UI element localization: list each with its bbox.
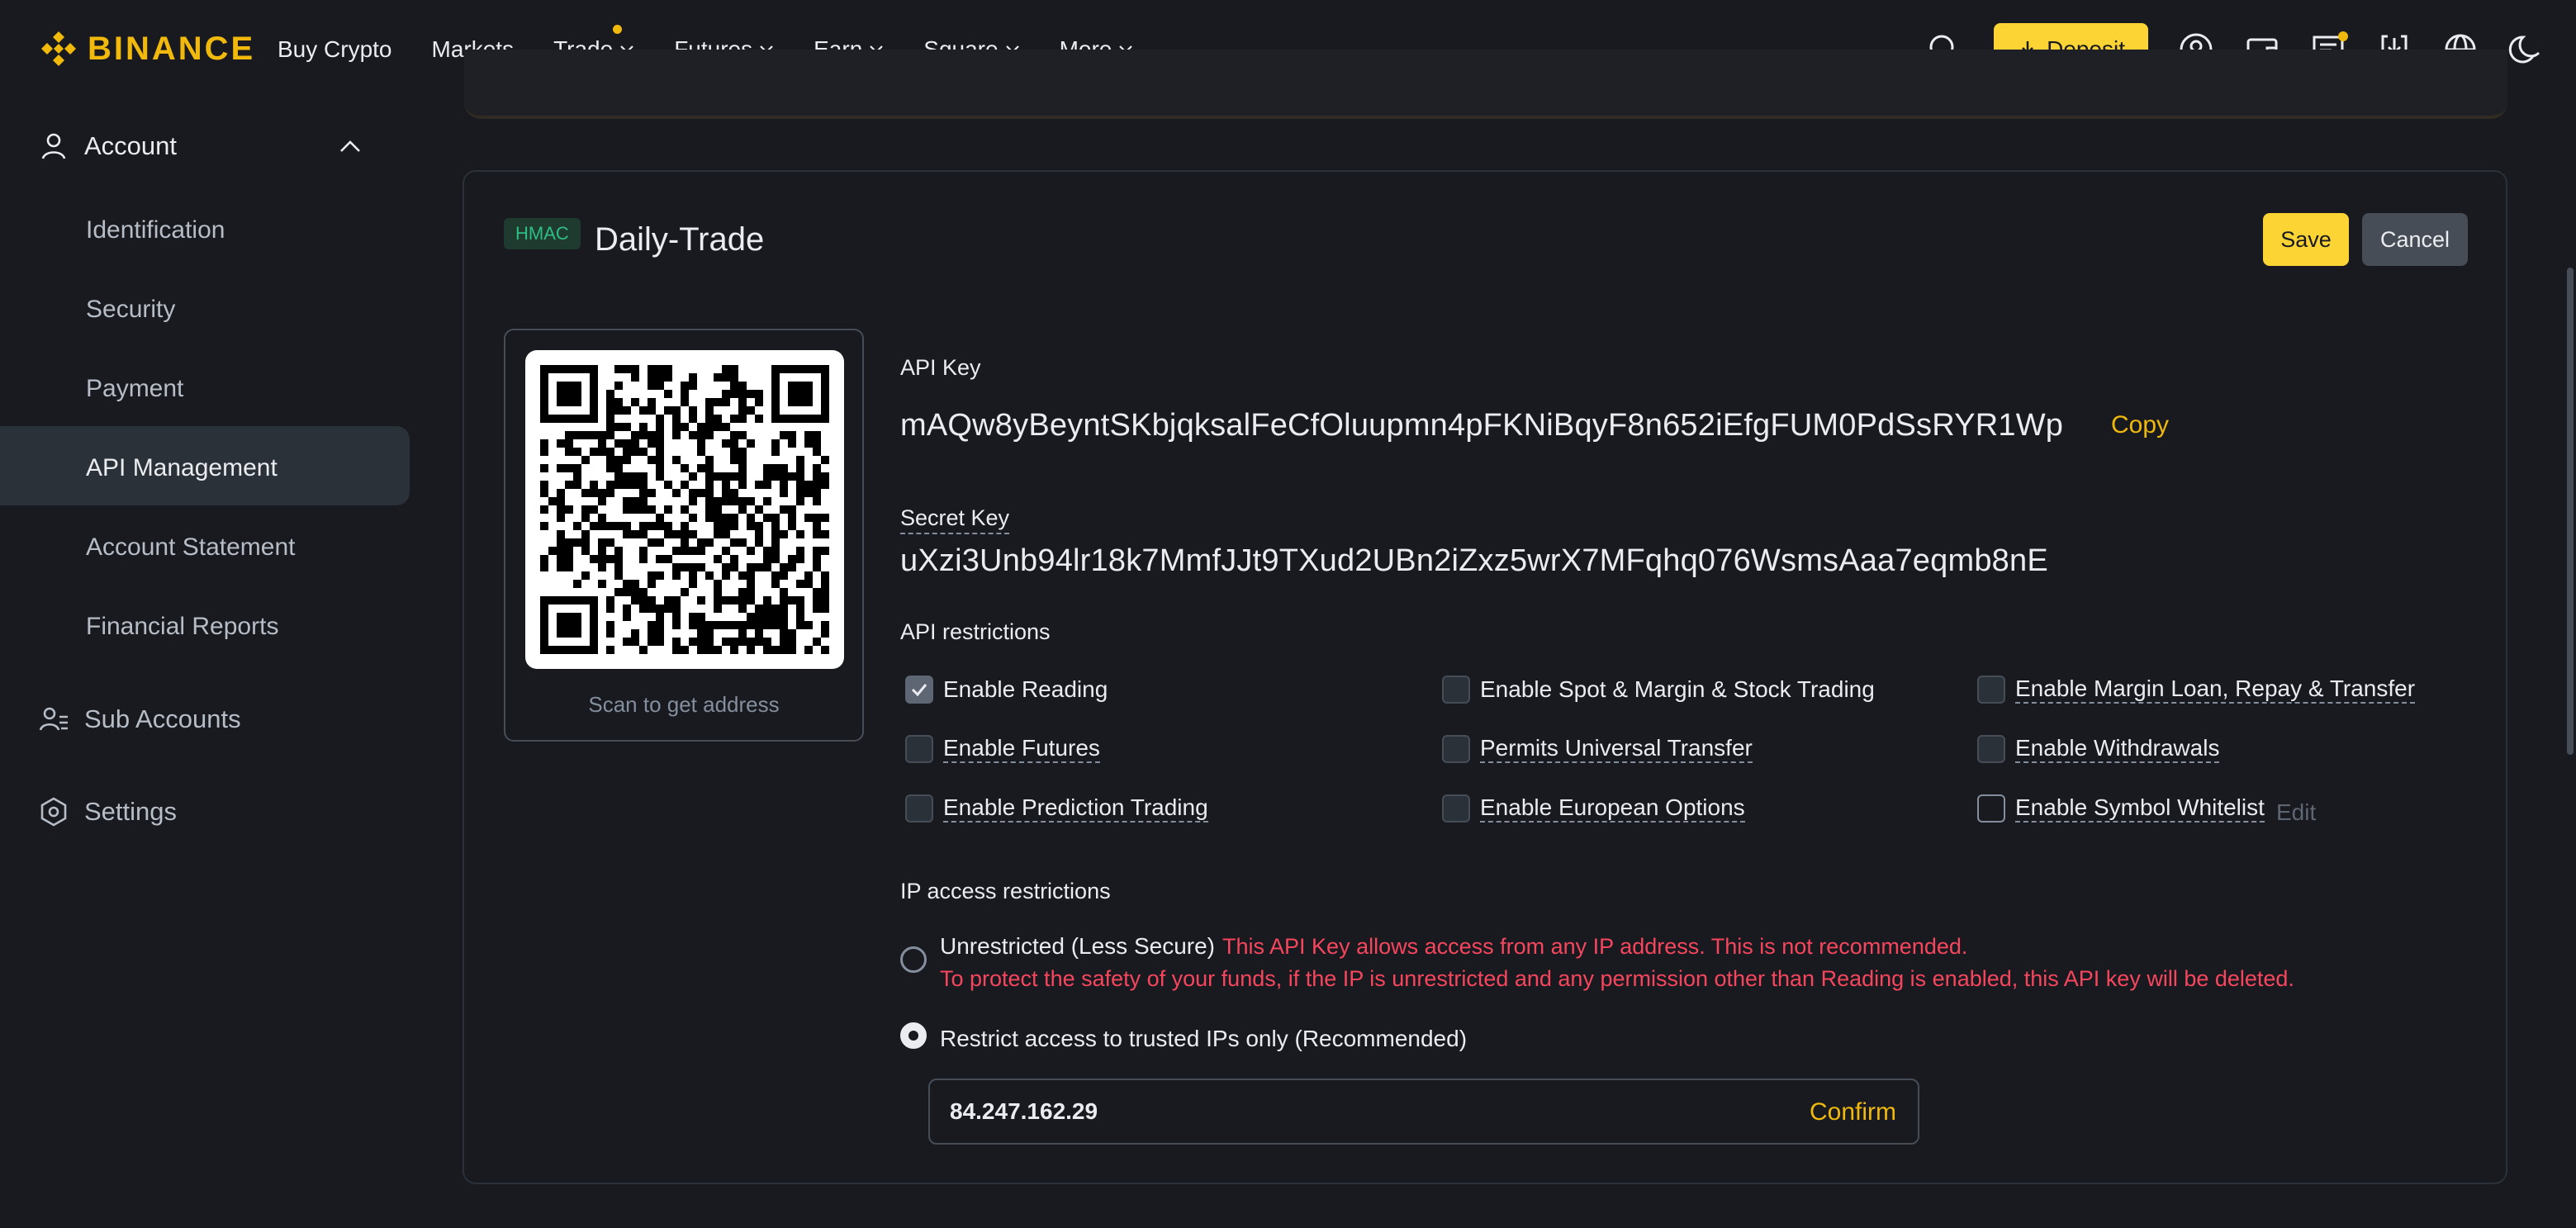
secret-key-value: uXzi3Unb94lr18k7MmfJJt9TXud2UBn2iZxz5wrX… (900, 543, 2048, 578)
notification-dot (613, 25, 623, 34)
sidebar-group-label: Sub Accounts (84, 704, 241, 733)
scrollbar-thumb[interactable] (2567, 268, 2574, 755)
sidebar-group-settings[interactable]: Settings (38, 796, 177, 827)
qr-caption: Scan to get address (588, 692, 780, 717)
qr-code-panel: Scan to get address (504, 329, 864, 742)
permission-enable-futures[interactable]: Enable Futures (905, 735, 1100, 763)
permission-margin-loan[interactable]: Enable Margin Loan, Repay & Transfer (1977, 676, 2416, 704)
permission-enable-reading[interactable]: Enable Reading (905, 676, 1108, 704)
save-button[interactable]: Save (2263, 213, 2349, 266)
ip-input-field[interactable]: Confirm (928, 1079, 1919, 1145)
permission-label: Permits Universal Transfer (1480, 735, 1753, 763)
unrestricted-warning: This API Key allows access from any IP a… (1222, 934, 1968, 959)
api-key-value: mAQw8yBeyntSKbjqksalFeCfOluupmn4pFKNiBqy… (900, 408, 2064, 443)
notification-dot (2338, 31, 2348, 41)
permission-label: Enable Symbol Whitelist (2015, 794, 2265, 823)
api-key-label: API Key (900, 355, 981, 380)
brand-name: BINANCE (88, 30, 256, 67)
restricted-label[interactable]: Restrict access to trusted IPs only (Rec… (940, 1026, 1467, 1052)
checkbox[interactable] (1442, 676, 1470, 704)
permission-label: Enable Withdrawals (2015, 735, 2220, 763)
sidebar-item-payment[interactable]: Payment (86, 375, 183, 403)
checkbox[interactable] (1977, 676, 2005, 704)
key-type-badge: HMAC (504, 218, 581, 249)
sidebar-item-security[interactable]: Security (86, 296, 175, 324)
qr-code (525, 350, 844, 669)
theme-toggle-button[interactable] (2508, 31, 2545, 68)
binance-logo-icon (41, 31, 76, 66)
confirm-ip-button[interactable]: Confirm (1810, 1098, 1896, 1126)
ip-restrictions-label: IP access restrictions (900, 879, 1111, 903)
sidebar-item-identification[interactable]: Identification (86, 216, 225, 244)
api-restrictions-label: API restrictions (900, 619, 1051, 644)
api-key-card: HMAC Daily-Trade Save Cancel Scan to get… (463, 170, 2507, 1184)
sidebar-item-api-management[interactable]: API Management (86, 454, 278, 482)
sidebar-item-account-statement[interactable]: Account Statement (86, 533, 295, 562)
unrestricted-deletion-warning: To protect the safety of your funds, if … (940, 966, 2294, 991)
sidebar-group-label: Account (84, 131, 178, 160)
qr-code-image (540, 365, 829, 654)
cancel-button[interactable]: Cancel (2362, 213, 2468, 266)
sidebar-item-financial-reports[interactable]: Financial Reports (86, 613, 278, 641)
permission-european-options[interactable]: Enable European Options (1442, 794, 1745, 823)
api-key-name: Daily-Trade (595, 221, 765, 258)
ip-input[interactable] (950, 1098, 1693, 1125)
unrestricted-label[interactable]: Unrestricted (Less Secure) (940, 933, 1215, 960)
secret-key-label: Secret Key (900, 505, 1010, 534)
check-icon (911, 684, 927, 697)
chevron-up-icon[interactable] (339, 139, 362, 154)
permission-label: Enable Prediction Trading (943, 794, 1208, 823)
permission-label: Enable Futures (943, 735, 1100, 763)
binance-logo[interactable]: BINANCE (38, 28, 255, 69)
user-icon (41, 133, 66, 159)
permission-enable-withdrawals[interactable]: Enable Withdrawals (1977, 735, 2220, 763)
sidebar-group-account[interactable]: Account (38, 130, 177, 162)
radio-restricted[interactable] (900, 1022, 927, 1049)
checkbox[interactable] (1442, 735, 1470, 763)
permission-symbol-whitelist[interactable]: Enable Symbol Whitelist (1977, 794, 2265, 823)
nav-label: Buy Crypto (278, 36, 392, 62)
radio-unrestricted[interactable] (900, 946, 927, 973)
sidebar-group-label: Settings (84, 797, 178, 826)
copy-api-key-button[interactable]: Copy (2111, 411, 2169, 439)
nav-buy-crypto[interactable]: Buy Crypto (278, 36, 392, 63)
checkbox[interactable] (905, 794, 933, 823)
checkbox[interactable] (1977, 794, 2005, 823)
previous-card-fragment (464, 50, 2507, 119)
settings-hexagon-icon (40, 797, 67, 827)
permission-prediction-trading[interactable]: Enable Prediction Trading (905, 794, 1208, 823)
checkbox[interactable] (1977, 735, 2005, 763)
page-scrollbar[interactable] (2563, 99, 2576, 1228)
checkbox[interactable] (905, 676, 933, 704)
checkbox[interactable] (1442, 794, 1470, 823)
qr-modules (540, 365, 829, 654)
permission-label: Enable European Options (1480, 794, 1745, 823)
permission-label: Enable Margin Loan, Repay & Transfer (2015, 676, 2416, 704)
checkbox[interactable] (905, 735, 933, 763)
permission-universal-transfer[interactable]: Permits Universal Transfer (1442, 735, 1753, 763)
whitelist-edit-link[interactable]: Edit (2276, 799, 2316, 826)
moon-icon (2508, 36, 2540, 64)
sidebar-group-sub-accounts[interactable]: Sub Accounts (38, 704, 241, 735)
permission-spot-margin-stock[interactable]: Enable Spot & Margin & Stock Trading (1442, 676, 1875, 704)
permission-label: Enable Reading (943, 676, 1108, 702)
permission-label: Enable Spot & Margin & Stock Trading (1480, 676, 1875, 702)
sub-accounts-icon (39, 707, 68, 731)
